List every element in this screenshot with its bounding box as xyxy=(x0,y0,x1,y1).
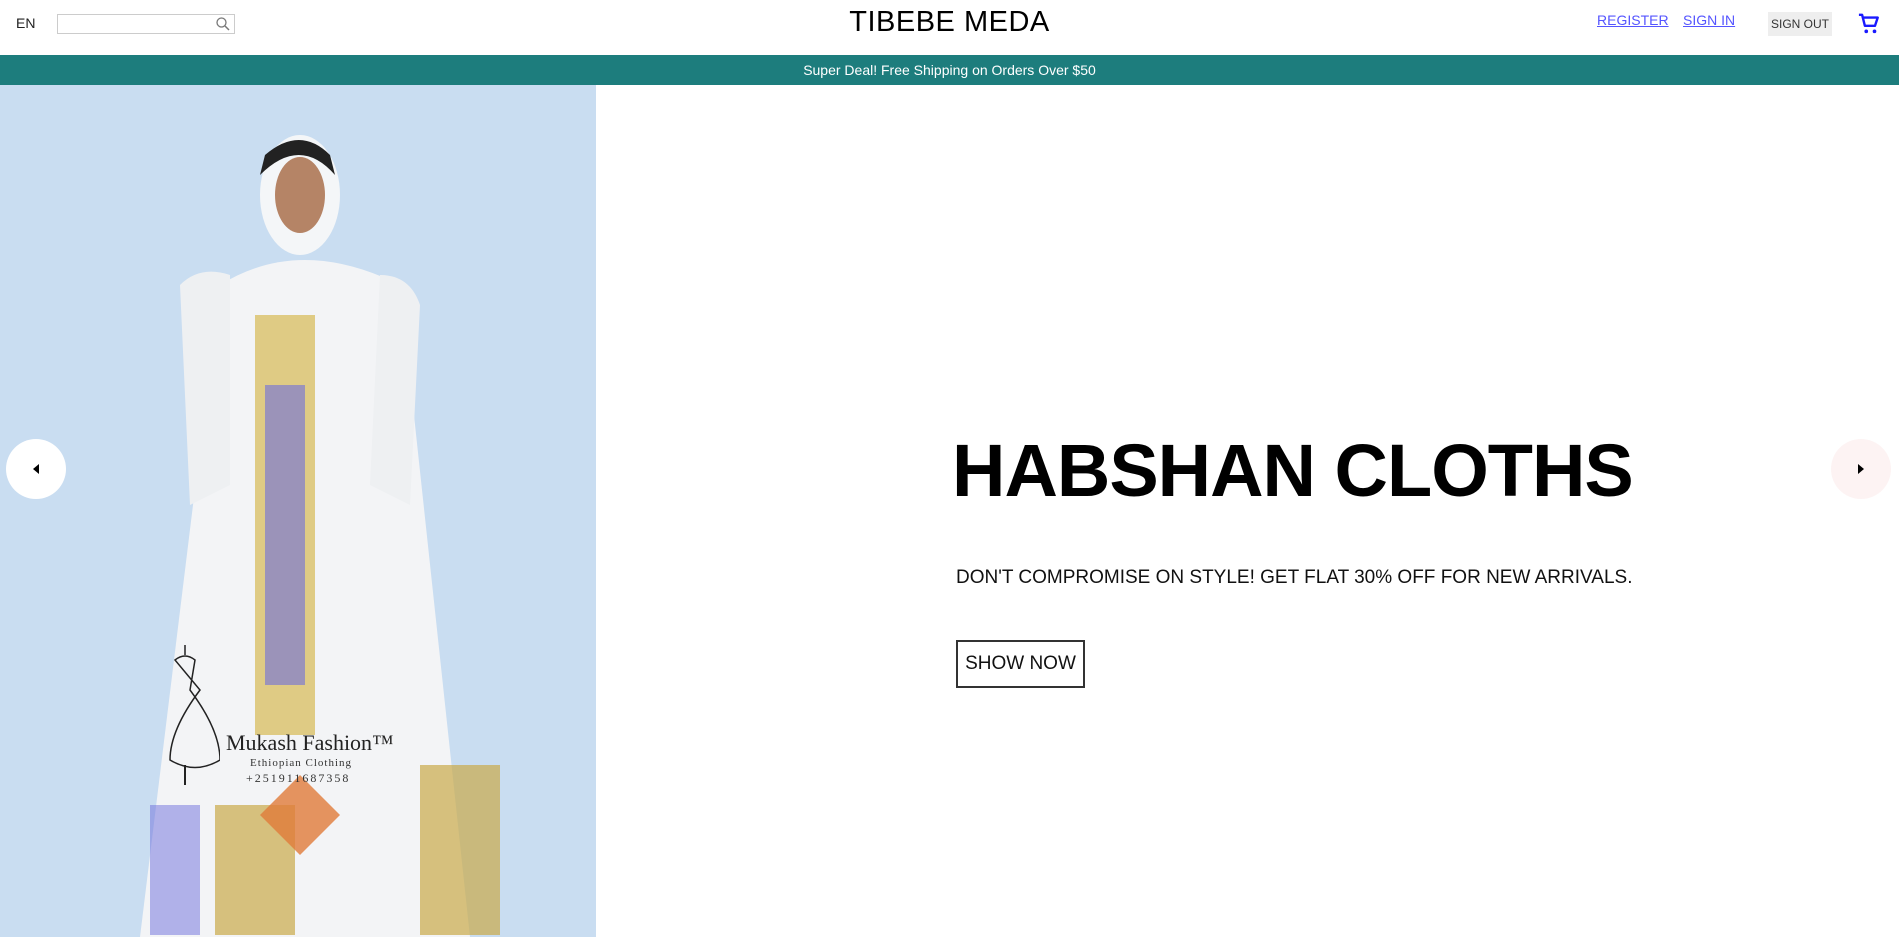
watermark-logo: Mukash Fashion™ Ethiopian Clothing +2519… xyxy=(100,640,430,790)
logo-name: Mukash Fashion™ xyxy=(226,730,394,755)
carousel-prev-button[interactable] xyxy=(6,439,66,499)
caret-right-icon xyxy=(1858,464,1864,474)
logo-phone: +251911687358 xyxy=(246,771,351,785)
hero-subtitle: DON'T COMPROMISE ON STYLE! GET FLAT 30% … xyxy=(956,567,1633,588)
carousel-next-button[interactable] xyxy=(1831,439,1891,499)
hero-image: Mukash Fashion™ Ethiopian Clothing +2519… xyxy=(0,85,596,937)
sign-in-link[interactable]: SIGN IN xyxy=(1683,12,1735,28)
header: EN TIBEBE MEDA REGISTER SIGN IN SIGN OUT xyxy=(0,0,1899,55)
shopping-cart-icon[interactable] xyxy=(1858,13,1880,35)
caret-left-icon xyxy=(33,464,39,474)
sign-out-button[interactable]: SIGN OUT xyxy=(1768,12,1832,36)
dress-form-icon xyxy=(169,645,220,785)
hero-title: HABSHAN CLOTHS xyxy=(952,429,1634,512)
logo-tagline: Ethiopian Clothing xyxy=(250,757,353,769)
promo-banner: Super Deal! Free Shipping on Orders Over… xyxy=(0,55,1899,85)
show-now-button[interactable]: SHOW NOW xyxy=(956,640,1085,688)
register-link[interactable]: REGISTER xyxy=(1597,12,1669,28)
model-dress-illustration xyxy=(140,135,500,937)
